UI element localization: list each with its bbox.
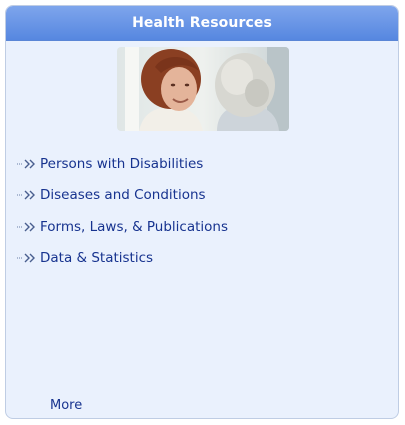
link-forms-laws-publications[interactable]: Forms, Laws, & Publications	[40, 219, 228, 235]
list-item[interactable]: Data & Statistics	[16, 243, 228, 275]
list-item[interactable]: Diseases and Conditions	[16, 180, 228, 212]
double-arrow-icon	[17, 159, 35, 169]
health-resources-panel: Health Resources Persons with Disabiliti…	[5, 5, 399, 419]
panel-title: Health Resources	[132, 15, 272, 31]
double-arrow-icon	[17, 253, 35, 263]
list-item[interactable]: Forms, Laws, & Publications	[16, 211, 228, 243]
double-arrow-icon	[17, 222, 35, 232]
photo-illustration	[117, 47, 289, 131]
link-diseases-and-conditions[interactable]: Diseases and Conditions	[40, 187, 206, 203]
link-data-and-statistics[interactable]: Data & Statistics	[40, 250, 153, 266]
resource-links: Persons with Disabilities Diseases and C…	[16, 148, 228, 274]
more-link[interactable]: More	[50, 398, 82, 413]
link-persons-with-disabilities[interactable]: Persons with Disabilities	[40, 156, 203, 172]
health-resources-photo	[117, 47, 289, 131]
double-arrow-icon	[17, 190, 35, 200]
panel-header: Health Resources	[6, 6, 398, 41]
list-item[interactable]: Persons with Disabilities	[16, 148, 228, 180]
